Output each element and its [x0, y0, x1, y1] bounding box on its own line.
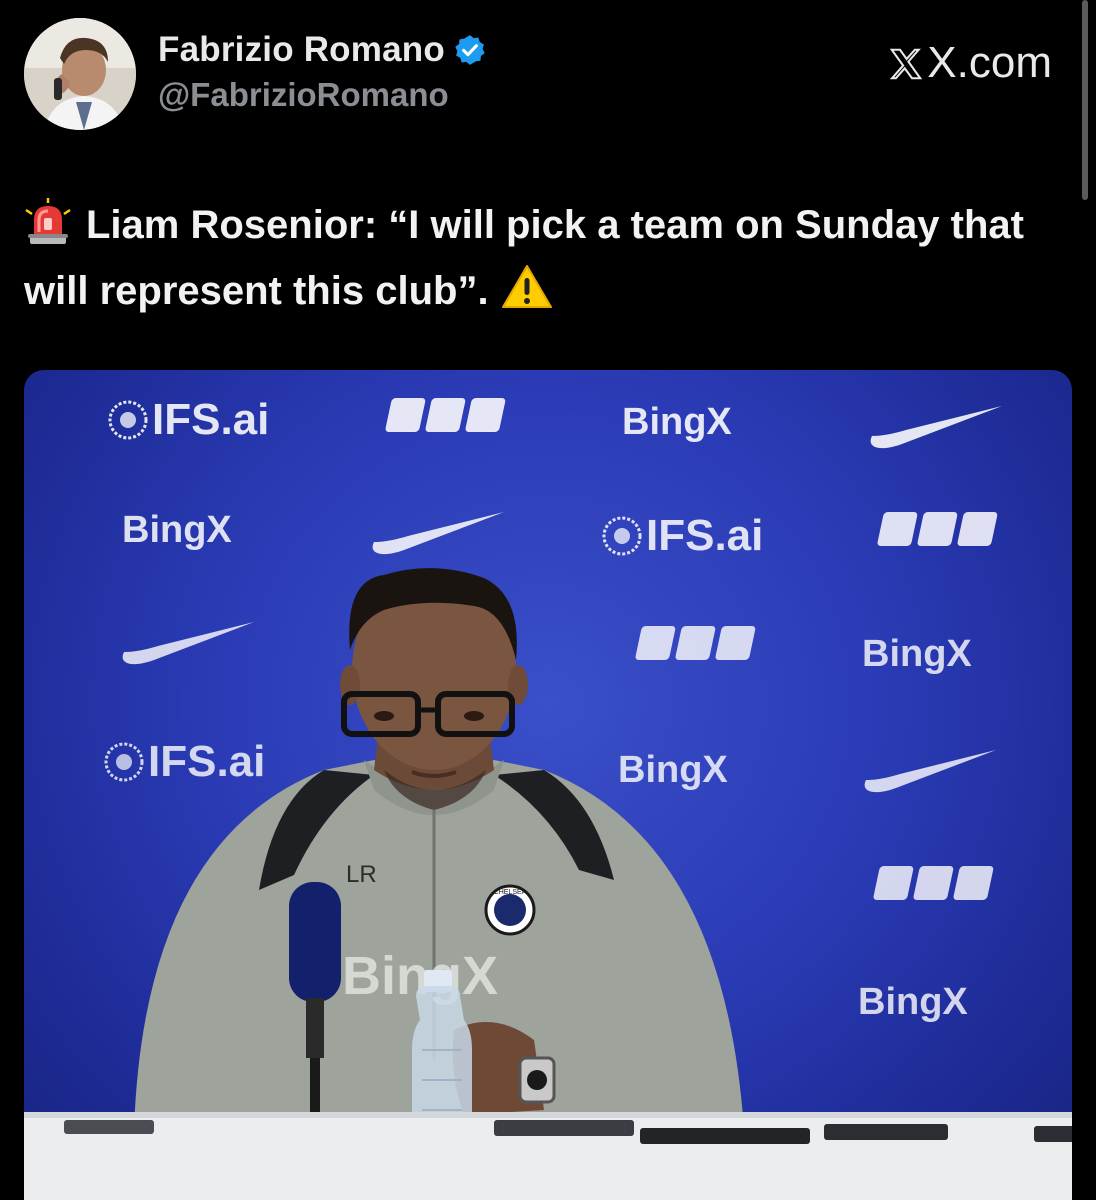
warning-icon: [501, 264, 553, 310]
rotating-light-icon: [24, 198, 72, 246]
post-text: Liam Rosenior: “I will pick a team on Su…: [24, 192, 1044, 324]
backdrop-logo-bingx: BingX: [122, 509, 232, 551]
jacket-initials: LR: [346, 861, 377, 888]
post-header: Fabrizio Romano @FabrizioRomano X.com: [24, 18, 1072, 133]
avatar[interactable]: [24, 18, 136, 130]
backdrop-logo-bingx: BingX: [858, 981, 968, 1023]
author-handle[interactable]: @FabrizioRomano: [158, 76, 487, 114]
backdrop-logo-ifs: IFS.ai: [152, 395, 269, 444]
backdrop-logo-bingx: BingX: [622, 401, 732, 443]
source-site-label: X.com: [927, 38, 1052, 87]
backdrop-logo-ifs: IFS.ai: [148, 737, 265, 786]
source-site[interactable]: X.com: [887, 38, 1052, 88]
author-display-name[interactable]: Fabrizio Romano: [158, 30, 445, 70]
post-photo[interactable]: IFS.ai BingX BingX IFS.ai BingX IFS.ai B…: [24, 370, 1072, 1200]
backdrop-logo-bingx: BingX: [862, 633, 972, 675]
author-identity: Fabrizio Romano @FabrizioRomano: [158, 28, 487, 114]
backdrop-logo-ifs: IFS.ai: [646, 511, 763, 560]
verified-badge-icon: [453, 33, 487, 67]
x-logo-icon: [887, 44, 925, 82]
crest-text: CHELSEA: [494, 889, 527, 896]
scrollbar[interactable]: [1082, 0, 1088, 200]
backdrop-logo-bingx: BingX: [618, 749, 728, 791]
